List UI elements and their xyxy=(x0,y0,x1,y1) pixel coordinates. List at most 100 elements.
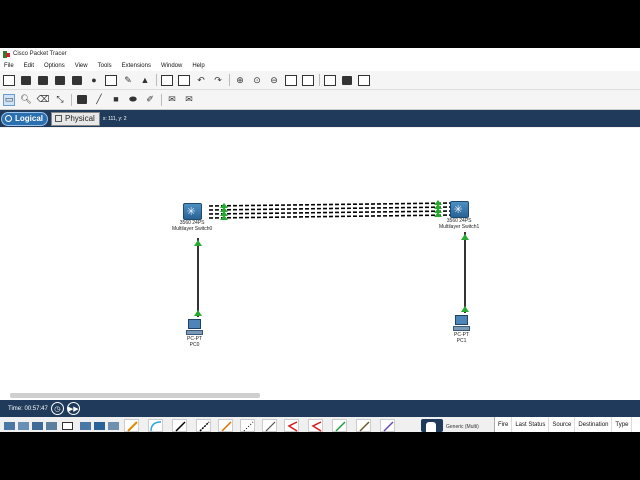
undo-icon[interactable]: ↶ xyxy=(195,74,207,86)
octal-cable-icon[interactable] xyxy=(332,419,347,432)
tools-toolbar: ▭ 🔍︎ ⌫ ⤡ ╱ ■ ⬬ ✐ ✉ ✉ xyxy=(0,90,640,110)
multiuser-category-icon[interactable] xyxy=(94,422,105,430)
add-complex-pdu-icon[interactable]: ✉ xyxy=(183,94,195,106)
pdu-column-destination[interactable]: Destination xyxy=(575,417,613,432)
crossover-link-1[interactable] xyxy=(208,202,455,207)
zoom-out-icon[interactable]: ⊖ xyxy=(268,74,280,86)
menu-options[interactable]: Options xyxy=(44,63,65,69)
link-up-indicator xyxy=(194,240,202,246)
open-samples-icon[interactable] xyxy=(37,74,49,86)
cluster-icon[interactable] xyxy=(341,74,353,86)
resize-tool-icon[interactable]: ⤡ xyxy=(54,94,66,106)
misc-category-icon[interactable] xyxy=(108,422,119,430)
phone-cable-icon[interactable] xyxy=(240,419,255,432)
drawing-palette-icon[interactable] xyxy=(285,74,297,86)
custom-category-icon[interactable] xyxy=(80,422,91,430)
simulation-time: Time: 00:57:47 xyxy=(8,405,48,412)
clock-icon: ◷ xyxy=(54,405,61,413)
note-tool-icon[interactable] xyxy=(76,94,88,106)
link-up-indicator xyxy=(461,234,469,240)
toolbar-separator xyxy=(229,74,230,86)
fast-forward-button[interactable]: ▶▶ xyxy=(66,402,80,415)
wan-emulation-category-icon[interactable] xyxy=(46,422,57,430)
straight-through-cable-icon[interactable] xyxy=(172,419,187,432)
delete-tool-icon[interactable]: ⌫ xyxy=(37,94,50,106)
serial-dte-cable-icon[interactable] xyxy=(308,419,323,432)
activity-wizard-icon[interactable]: ✎ xyxy=(122,74,134,86)
network-devices-category-icon[interactable] xyxy=(4,422,15,430)
pc-icon xyxy=(186,319,203,336)
viewport-icon[interactable] xyxy=(324,74,336,86)
crossover-cable-icon[interactable] xyxy=(196,419,211,432)
rectangle-tool-icon[interactable]: ■ xyxy=(110,94,122,106)
menu-help[interactable]: Help xyxy=(192,63,204,69)
tab-logical[interactable]: Logical xyxy=(1,111,49,126)
multilayer-switch1[interactable]: 3560 24PS Multilayer Switch1 xyxy=(439,201,479,230)
crossover-link-4[interactable] xyxy=(208,214,455,219)
copy-icon[interactable] xyxy=(161,74,173,86)
usb-cable-icon[interactable] xyxy=(380,419,395,432)
network-wizard-icon[interactable] xyxy=(105,74,117,86)
iot-custom-cable-icon[interactable] xyxy=(356,419,371,432)
horizontal-scrollbar[interactable] xyxy=(0,390,640,400)
zoom-in-icon[interactable]: ⊕ xyxy=(234,74,246,86)
serial-dce-cable-icon[interactable] xyxy=(284,419,299,432)
pc1[interactable]: PC-PT PC1 xyxy=(453,315,470,344)
pdu-column-last-status[interactable]: Last Status xyxy=(512,417,550,432)
pc-icon xyxy=(453,315,470,332)
tab-physical[interactable]: Physical xyxy=(51,111,100,126)
power-cycle-button[interactable]: ◷ xyxy=(50,402,64,415)
pc1-name: PC1 xyxy=(456,338,467,344)
new-file-icon[interactable] xyxy=(3,74,15,86)
coaxial-cable-icon[interactable] xyxy=(262,419,277,432)
realtime-status-bar: Time: 00:57:47 ◷ ▶▶ xyxy=(0,400,640,417)
menu-tools[interactable]: Tools xyxy=(98,63,112,69)
physical-icon xyxy=(55,115,63,122)
inspect-tool-icon[interactable]: 🔍︎ xyxy=(20,94,32,106)
fiber-cable-icon[interactable] xyxy=(218,419,233,432)
menu-window[interactable]: Window xyxy=(161,63,182,69)
ellipse-tool-icon[interactable]: ⬬ xyxy=(127,94,139,106)
crossover-link-3[interactable] xyxy=(208,210,455,215)
freeform-tool-icon[interactable]: ✐ xyxy=(144,94,156,106)
redo-icon[interactable]: ↷ xyxy=(212,74,224,86)
link-up-indicator xyxy=(461,306,469,312)
select-tool-icon[interactable]: ▭ xyxy=(3,93,15,106)
pc0[interactable]: PC-PT PC0 xyxy=(186,319,203,348)
add-simple-pdu-icon[interactable]: ✉ xyxy=(166,94,178,106)
crossover-link-2[interactable] xyxy=(208,206,455,211)
components-category-icon[interactable] xyxy=(32,422,43,430)
auto-connection-icon[interactable] xyxy=(124,419,139,432)
pdu-column-fire[interactable]: Fire xyxy=(495,417,513,432)
save-icon[interactable] xyxy=(54,74,66,86)
pdu-column-source[interactable]: Source xyxy=(549,417,576,432)
line-tool-icon[interactable]: ╱ xyxy=(93,94,105,106)
logical-workspace[interactable]: 3560 24PS Multilayer Switch0 3560 24PS M… xyxy=(0,128,640,400)
toolbar-separator xyxy=(161,93,162,106)
end-devices-category-icon[interactable] xyxy=(18,422,29,430)
scrollbar-thumb[interactable] xyxy=(10,393,260,398)
toolbar-separator xyxy=(319,74,320,86)
screenshot-icon[interactable] xyxy=(358,74,370,86)
selected-device-icon[interactable] xyxy=(421,419,443,432)
web-icon[interactable]: ▲ xyxy=(139,74,151,86)
window-title: Cisco Packet Tracer xyxy=(13,51,67,57)
zoom-reset-icon[interactable]: ⊙ xyxy=(251,74,263,86)
open-folder-icon[interactable] xyxy=(20,74,32,86)
console-cable-icon[interactable] xyxy=(148,419,163,432)
multilayer-switch0[interactable]: 3560 24PS Multilayer Switch0 xyxy=(172,203,212,232)
multilayer-switch-icon xyxy=(182,203,202,220)
toolbar-separator xyxy=(71,93,72,106)
paste-icon[interactable] xyxy=(178,74,190,86)
print-icon[interactable] xyxy=(71,74,83,86)
menu-file[interactable]: File xyxy=(4,63,14,69)
menu-view[interactable]: View xyxy=(75,63,88,69)
multilayer-switch-icon xyxy=(449,201,469,218)
pdu-column-type[interactable]: Type xyxy=(612,417,633,432)
info-icon[interactable]: ● xyxy=(88,74,100,86)
custom-devices-icon[interactable] xyxy=(302,74,314,86)
menu-extensions[interactable]: Extensions xyxy=(122,63,151,69)
connections-category-icon[interactable] xyxy=(62,422,73,430)
menu-edit[interactable]: Edit xyxy=(24,63,34,69)
device-connection-panel: Generic (Multi) Fire Last Status Source … xyxy=(0,417,640,432)
